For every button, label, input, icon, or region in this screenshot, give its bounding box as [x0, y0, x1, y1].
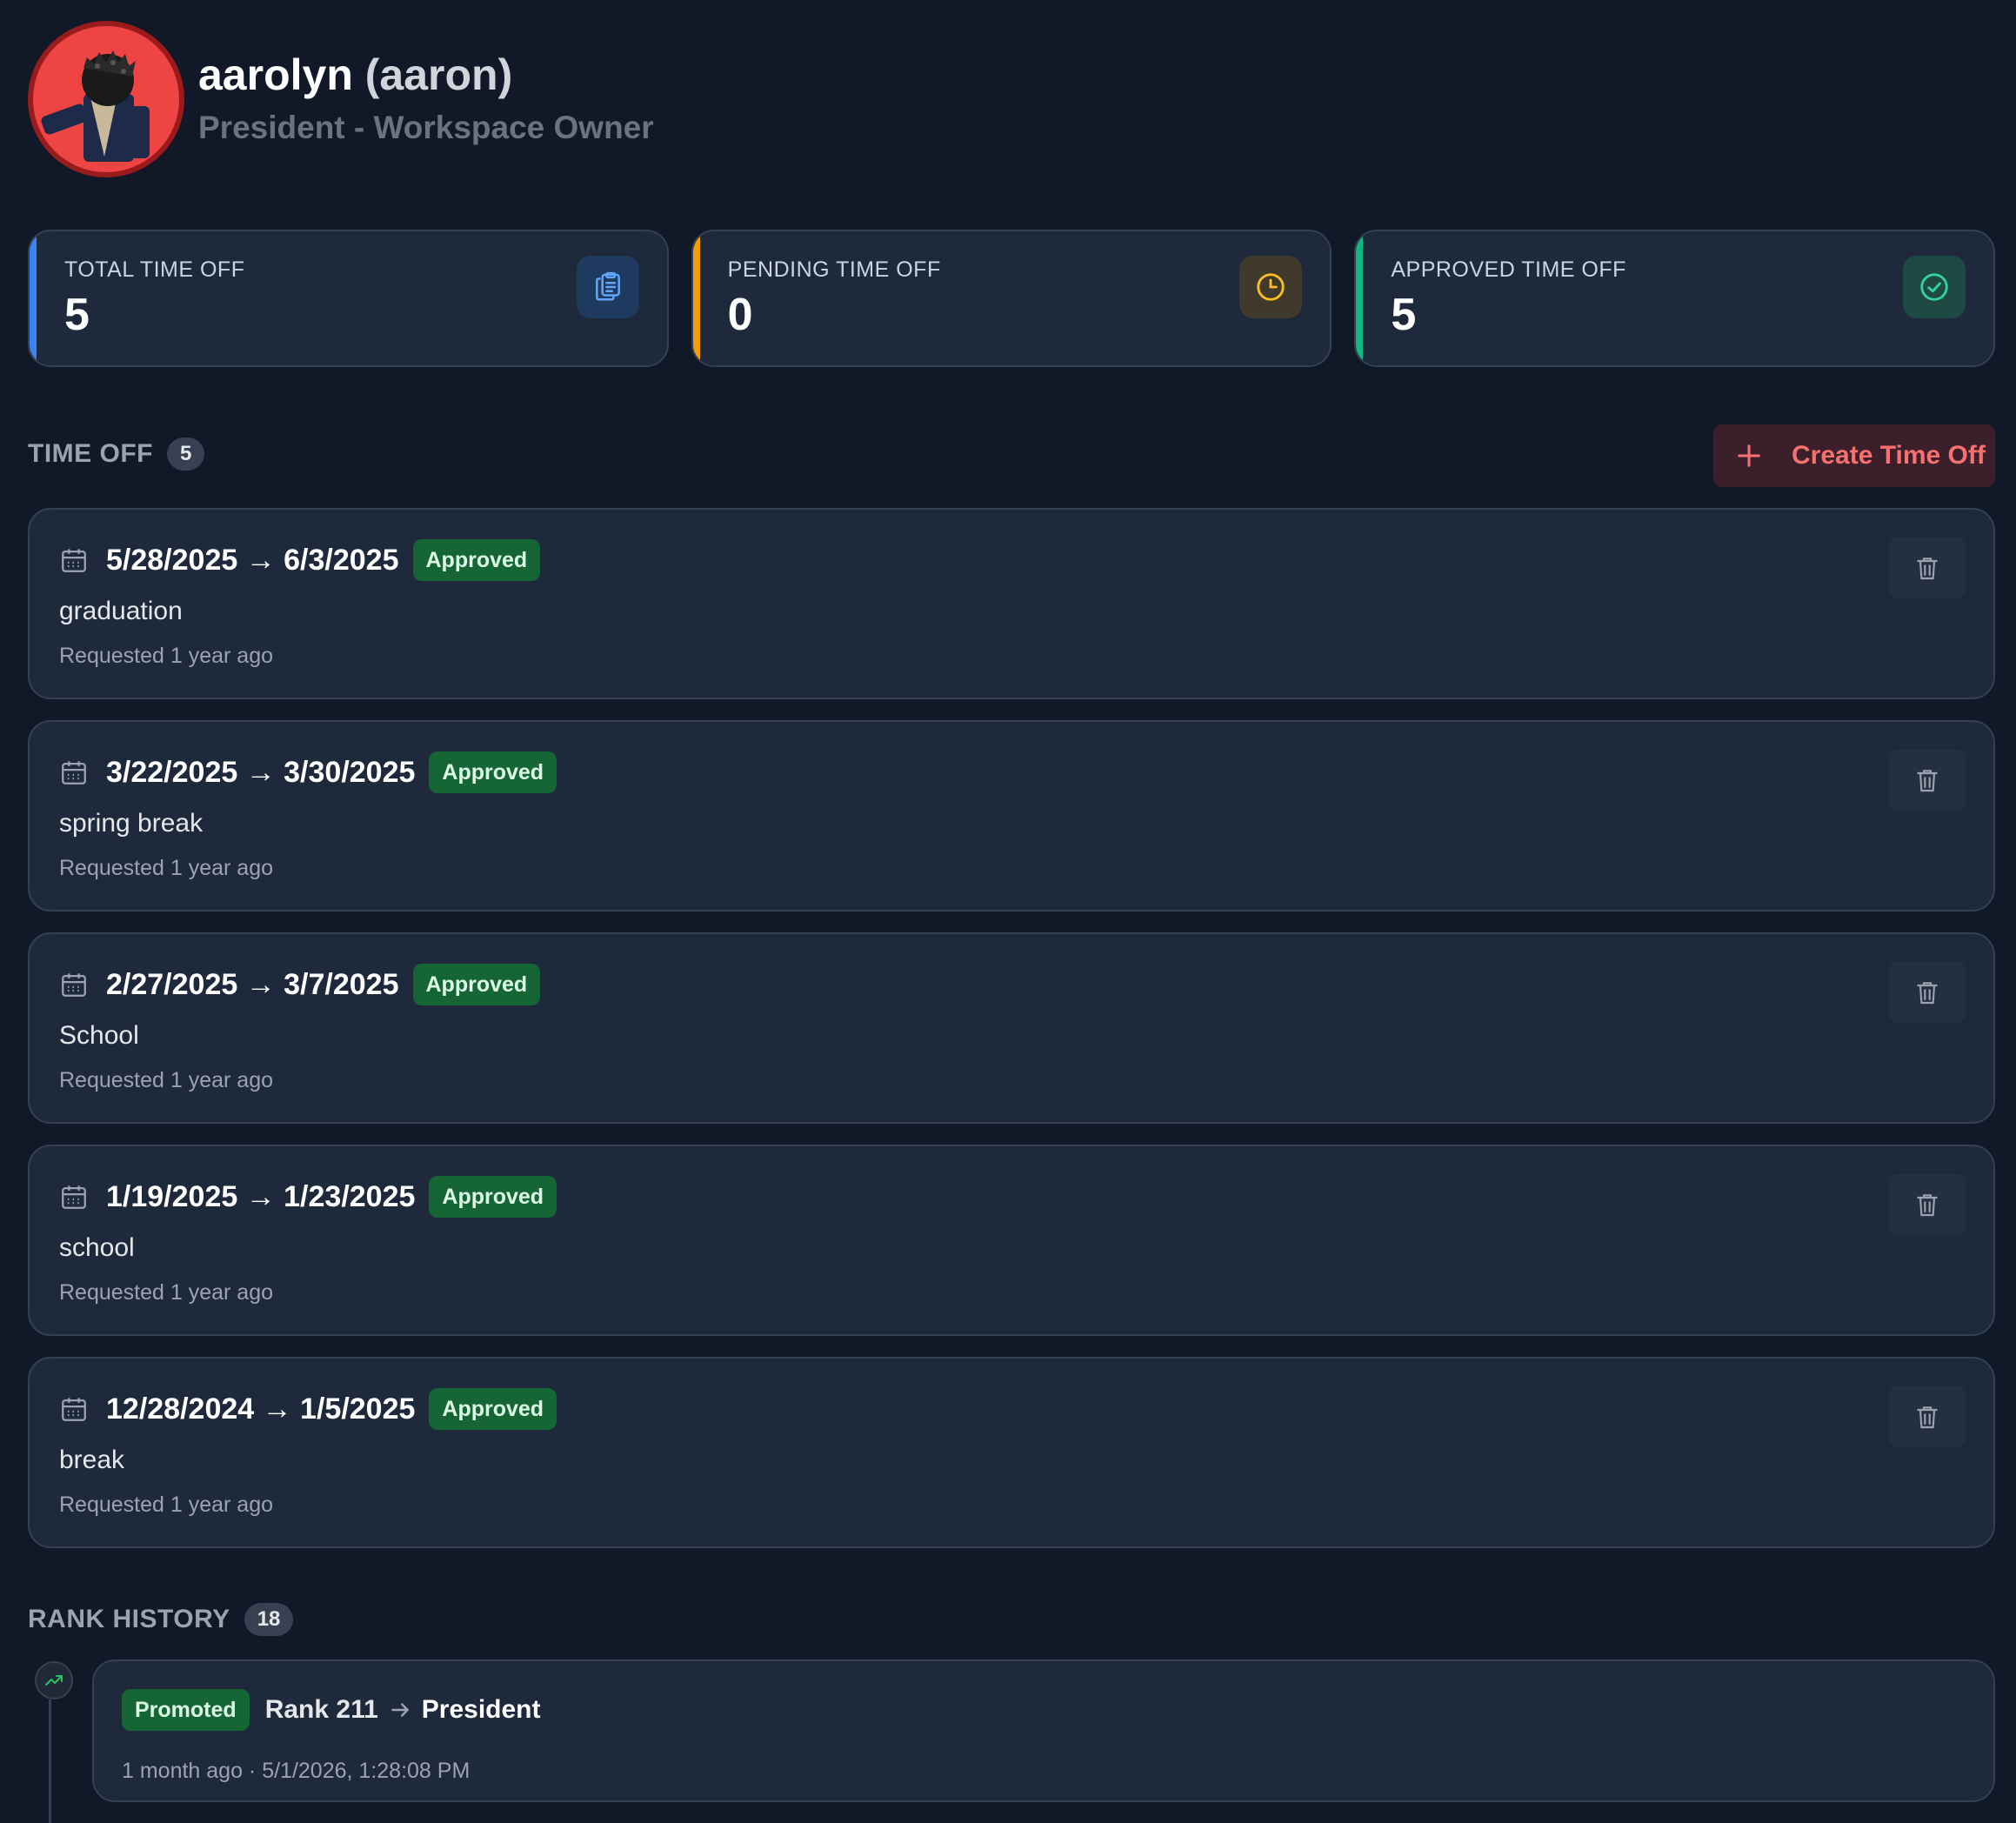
header-text: aarolyn (aaron) President - Workspace Ow… [198, 49, 654, 150]
roblox-avatar-icon [41, 50, 150, 162]
profile-header: aarolyn (aaron) President - Workspace Ow… [28, 21, 654, 177]
stats-row: TOTAL TIME OFF 5 PENDING TIME OFF 0 APPR… [28, 230, 1996, 367]
stat-label: PENDING TIME OFF [727, 257, 941, 282]
timeoff-dates: 5/28/2025 → 6/3/2025 [106, 543, 399, 577]
delete-button[interactable] [1889, 538, 1966, 598]
timeoff-item: 2/27/2025 → 3/7/2025 Approved School Req… [28, 932, 1995, 1124]
timeoff-requested: Requested 1 year ago [59, 644, 274, 668]
user-name: aarolyn (aaron) [198, 49, 654, 101]
trending-up-icon [35, 1661, 73, 1699]
timeoff-item: 3/22/2025 → 3/30/2025 Approved spring br… [28, 720, 1995, 912]
timeoff-item: 12/28/2024 → 1/5/2025 Approved break Req… [28, 1357, 1995, 1548]
timeoff-reason: graduation [59, 597, 183, 625]
timeoff-reason: spring break [59, 809, 204, 838]
timeoff-reason: break [59, 1446, 125, 1474]
check-circle-icon [1903, 256, 1966, 318]
timeoff-section-header: TIME OFF 5 [28, 437, 205, 471]
timeoff-item-header: 5/28/2025 → 6/3/2025 Approved [59, 539, 541, 581]
clock-icon [1239, 256, 1303, 318]
timeoff-item-header: 2/27/2025 → 3/7/2025 Approved [59, 964, 541, 1005]
status-badge: Approved [429, 1176, 557, 1218]
create-time-off-label: Create Time Off [1792, 441, 1986, 470]
rank-history-section-header: RANK HISTORY 18 [28, 1603, 294, 1636]
calendar-icon [62, 973, 86, 997]
plus-icon [1738, 444, 1760, 467]
timeoff-count-badge: 5 [166, 437, 205, 471]
status-badge: Approved [412, 964, 541, 1005]
stat-card-pending: PENDING TIME OFF 0 [691, 230, 1332, 367]
timeoff-list: 5/28/2025 → 6/3/2025 Approved graduation… [28, 508, 1995, 1569]
trash-icon [1917, 1194, 1938, 1217]
timeoff-requested: Requested 1 year ago [59, 856, 274, 880]
trash-icon [1917, 982, 1938, 1005]
timeoff-dates: 12/28/2024 → 1/5/2025 [106, 1392, 416, 1426]
arrow-right-icon [391, 1703, 409, 1717]
timeline-line [49, 1699, 51, 1823]
delete-button[interactable] [1889, 1174, 1966, 1235]
rank-change-row: Promoted Rank 211 President [122, 1689, 541, 1731]
calendar-icon [62, 549, 86, 572]
stat-value: 0 [727, 290, 753, 340]
timeoff-item-header: 3/22/2025 → 3/30/2025 Approved [59, 751, 557, 793]
timeoff-item-header: 12/28/2024 → 1/5/2025 Approved [59, 1388, 557, 1430]
delete-button[interactable] [1889, 1386, 1966, 1447]
status-badge: Approved [429, 751, 557, 793]
stat-label: TOTAL TIME OFF [64, 257, 245, 282]
timeoff-dates: 2/27/2025 → 3/7/2025 [106, 967, 399, 1001]
rank-change-timestamp: 1 month ago · 5/1/2026, 1:28:08 PM [122, 1759, 471, 1783]
stat-label: APPROVED TIME OFF [1391, 257, 1626, 282]
status-badge: Approved [429, 1388, 557, 1430]
timeoff-reason: school [59, 1233, 135, 1262]
timeoff-item: 1/19/2025 → 1/23/2025 Approved school Re… [28, 1145, 1995, 1336]
stat-card-total: TOTAL TIME OFF 5 [28, 230, 669, 367]
timeoff-item-header: 1/19/2025 → 1/23/2025 Approved [59, 1176, 557, 1218]
status-badge: Approved [412, 539, 541, 581]
stat-value: 5 [64, 290, 90, 340]
timeoff-dates: 3/22/2025 → 3/30/2025 [106, 755, 416, 789]
clipboard-icon [576, 256, 639, 318]
timeoff-requested: Requested 1 year ago [59, 1492, 274, 1517]
section-title: TIME OFF [28, 439, 153, 468]
username: (aaron) [364, 50, 513, 99]
stat-card-approved: APPROVED TIME OFF 5 [1354, 230, 1996, 367]
section-title: RANK HISTORY [28, 1605, 230, 1633]
trash-icon [1917, 1406, 1938, 1429]
stat-accent [692, 231, 700, 365]
calendar-icon [62, 1185, 86, 1209]
trash-icon [1917, 558, 1938, 580]
calendar-icon [62, 1398, 86, 1421]
rank-history-count-badge: 18 [244, 1603, 294, 1636]
promoted-badge: Promoted [122, 1689, 250, 1731]
calendar-icon [62, 761, 86, 785]
profile-page: aarolyn (aaron) President - Workspace Ow… [0, 0, 2016, 1823]
stat-value: 5 [1391, 290, 1417, 340]
timeoff-item: 5/28/2025 → 6/3/2025 Approved graduation… [28, 508, 1995, 699]
user-role: President - Workspace Owner [198, 110, 654, 145]
timeoff-reason: School [59, 1021, 139, 1050]
delete-button[interactable] [1889, 750, 1966, 811]
stat-accent [1356, 231, 1364, 365]
rank-from: Rank 211 [264, 1695, 378, 1724]
timeoff-requested: Requested 1 year ago [59, 1280, 274, 1305]
create-time-off-button[interactable]: Create Time Off [1713, 424, 1995, 487]
stat-accent [30, 231, 37, 365]
display-name: aarolyn [198, 50, 353, 99]
timeoff-requested: Requested 1 year ago [59, 1068, 274, 1092]
timeoff-dates: 1/19/2025 → 1/23/2025 [106, 1179, 416, 1213]
rank-history-item: Promoted Rank 211 President 1 month ago … [92, 1659, 1995, 1802]
avatar [28, 21, 184, 177]
trash-icon [1917, 770, 1938, 792]
delete-button[interactable] [1889, 962, 1966, 1023]
rank-to: President [421, 1695, 541, 1724]
